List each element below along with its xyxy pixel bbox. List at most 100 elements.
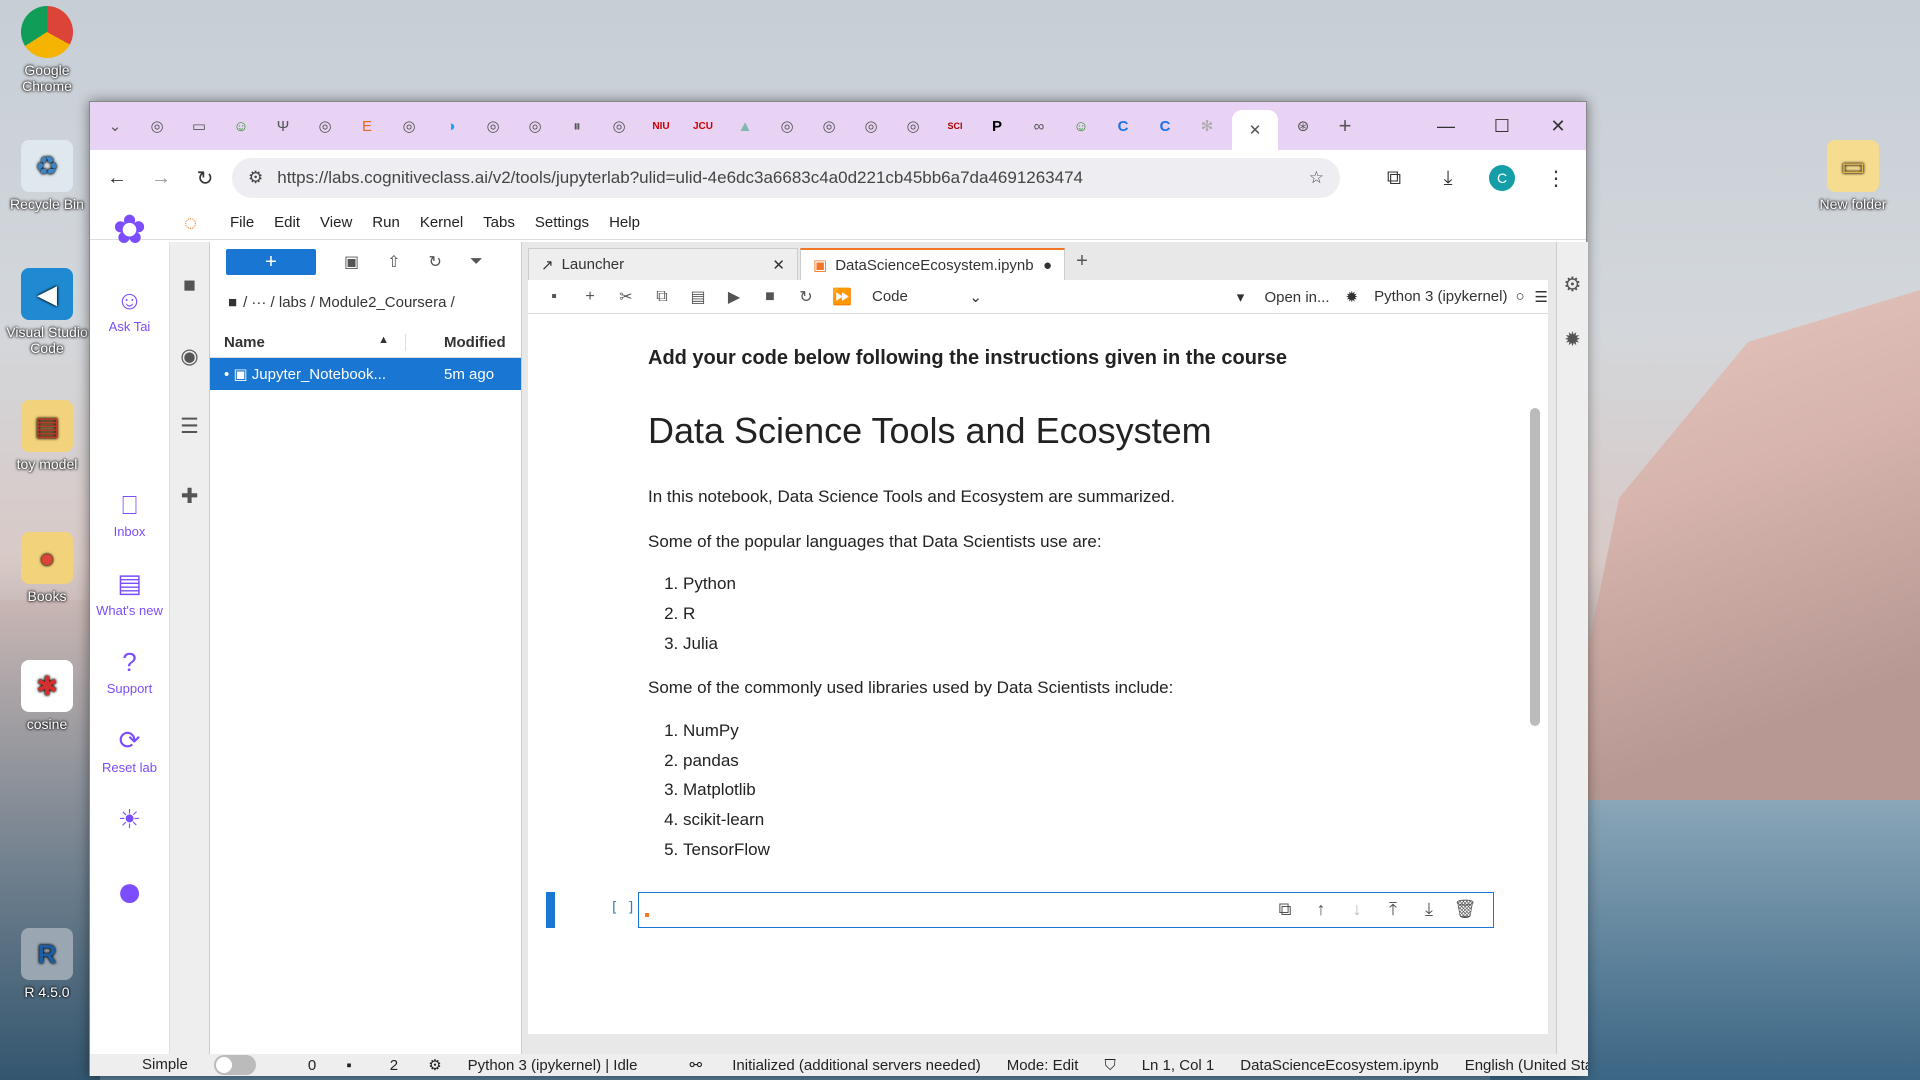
simple-mode-toggle[interactable]: Simple xyxy=(116,1055,256,1075)
upload-icon[interactable]: ⇧ xyxy=(387,252,400,272)
new-launcher-button[interactable]: + xyxy=(226,249,316,275)
column-name[interactable]: Name ▲ xyxy=(210,334,406,351)
browser-tab[interactable]: ▭ xyxy=(182,111,216,141)
browser-tab[interactable]: ◎ xyxy=(392,111,426,141)
new-folder-icon[interactable]: ▣ xyxy=(344,252,359,272)
cell-type-select[interactable]: Code ⌄ xyxy=(872,288,982,306)
browser-tab[interactable]: ◎ xyxy=(602,111,636,141)
move-down-icon[interactable]: ↓ xyxy=(1339,899,1375,920)
copy-icon[interactable]: ⧉ xyxy=(644,288,680,306)
browser-tab[interactable]: ◎ xyxy=(854,111,888,141)
browser-tab[interactable]: ◎ xyxy=(140,111,174,141)
browser-tab[interactable]: SCI xyxy=(938,111,972,141)
browser-tab[interactable]: ⊛ xyxy=(1286,111,1320,141)
browser-tab[interactable]: ◎ xyxy=(812,111,846,141)
bookmark-star-icon[interactable]: ☆ xyxy=(1309,168,1324,188)
save-icon[interactable]: ▪ xyxy=(536,288,572,306)
filter-icon[interactable]: ⏷ xyxy=(470,253,483,271)
cut-icon[interactable]: ✂ xyxy=(608,287,644,307)
new-tab-button[interactable]: + xyxy=(1328,111,1362,141)
scrollbar-thumb[interactable] xyxy=(1530,408,1540,726)
browser-tab[interactable]: ✻ xyxy=(1190,111,1224,141)
browser-tab[interactable]: ◎ xyxy=(896,111,930,141)
browser-tab[interactable]: C xyxy=(1106,111,1140,141)
active-browser-tab[interactable]: ✕ xyxy=(1232,110,1278,150)
minimize-icon[interactable]: — xyxy=(1418,116,1474,137)
property-inspector-icon[interactable]: ☰ xyxy=(1535,288,1548,306)
browser-tab[interactable]: ∞ xyxy=(1022,111,1056,141)
menu-tabs[interactable]: Tabs xyxy=(483,214,515,231)
download-icon[interactable]: ⤓ xyxy=(1428,167,1468,190)
delete-cell-icon[interactable]: 🗑 xyxy=(1447,899,1483,920)
cursor-position[interactable]: Ln 1, Col 1 xyxy=(1142,1057,1215,1074)
insert-cell-icon[interactable]: + xyxy=(572,288,608,306)
tab-launcher[interactable]: ↗ Launcher ✕ xyxy=(528,248,798,280)
browser-tab[interactable]: ◎ xyxy=(518,111,552,141)
support-button[interactable]: ? Support xyxy=(90,644,169,699)
menu-help[interactable]: Help xyxy=(609,214,640,231)
ask-tai-button[interactable]: ☺ Ask Tai xyxy=(90,282,169,337)
browser-tab[interactable]: ☺ xyxy=(224,111,258,141)
trust-shield-icon[interactable]: ⛉ xyxy=(1104,1057,1115,1074)
address-bar[interactable]: ⚙ https://labs.cognitiveclass.ai/v2/tool… xyxy=(232,158,1340,198)
duplicate-cell-icon[interactable]: ⧉ xyxy=(1267,899,1303,920)
browser-tab[interactable]: JCU xyxy=(686,111,720,141)
forward-icon[interactable]: → xyxy=(144,167,178,190)
property-inspector-gear-icon[interactable]: ⚙ xyxy=(1557,272,1588,297)
tab-search-icon[interactable]: ⌄ xyxy=(98,111,132,141)
code-editor[interactable]: ⧉ ↑ ↓ ⤒ ⤓ 🗑 xyxy=(638,892,1494,928)
move-up-icon[interactable]: ↑ xyxy=(1303,899,1339,920)
skills-network-logo[interactable]: ✿ xyxy=(90,202,169,258)
browser-tab[interactable]: Ψ xyxy=(266,111,300,141)
site-info-icon[interactable]: ⚙ xyxy=(248,168,263,188)
desktop-icon-books[interactable]: ● Books xyxy=(2,532,92,604)
theme-toggle[interactable]: ☀ xyxy=(90,801,169,837)
extensions-icon[interactable]: ⧉ xyxy=(1374,167,1414,190)
browser-tab[interactable]: NIU xyxy=(644,111,678,141)
menu-run[interactable]: Run xyxy=(372,214,400,231)
browser-tab[interactable]: P xyxy=(980,111,1014,141)
unsaved-dot-icon[interactable]: ● xyxy=(1043,257,1052,274)
markdown-cell[interactable]: Add your code below following the instru… xyxy=(648,322,1468,882)
reload-icon[interactable]: ↻ xyxy=(188,166,222,191)
desktop-icon-r[interactable]: R R 4.5.0 xyxy=(2,928,92,1000)
insert-below-icon[interactable]: ⤓ xyxy=(1411,899,1447,920)
browser-tab[interactable]: ◎ xyxy=(476,111,510,141)
debugger-bug-icon[interactable]: ✹ xyxy=(1557,327,1588,352)
menu-edit[interactable]: Edit xyxy=(274,214,300,231)
terminals-count[interactable]: 0 ▪ xyxy=(282,1057,352,1074)
reset-lab-button[interactable]: ⟳ Reset lab xyxy=(90,722,169,777)
browser-tab[interactable]: ▲ xyxy=(728,111,762,141)
toggle-switch[interactable] xyxy=(213,1055,256,1075)
open-in-button[interactable]: ▾ Open in... xyxy=(1237,288,1330,306)
browser-tab[interactable]: ◎ xyxy=(308,111,342,141)
back-icon[interactable]: ← xyxy=(100,167,134,190)
file-row[interactable]: • ▣ Jupyter_Notebook... 5m ago xyxy=(210,358,521,390)
whats-new-button[interactable]: ▤ What's new xyxy=(90,565,169,620)
refresh-icon[interactable]: ↻ xyxy=(429,252,442,272)
code-cell[interactable]: [ ]: ⧉ ↑ ↓ ⤒ ⤓ 🗑 xyxy=(546,890,1496,928)
lsp-status[interactable]: ⚯ Initialized (additional servers needed… xyxy=(663,1056,980,1074)
extensions-puzzle-icon[interactable]: ✚ xyxy=(170,484,209,522)
desktop-icon-cosine[interactable]: ✱ cosine xyxy=(2,660,92,732)
kernel-name[interactable]: Python 3 (ipykernel) xyxy=(1374,288,1507,305)
desktop-icon-recycle-bin[interactable]: ♻ Recycle Bin xyxy=(2,140,92,212)
kernels-count[interactable]: 2 ⚙ xyxy=(364,1056,442,1074)
insert-above-icon[interactable]: ⤒ xyxy=(1375,899,1411,920)
menu-view[interactable]: View xyxy=(320,214,352,231)
browser-tab[interactable]: ◑ xyxy=(434,111,468,141)
desktop-icon-vscode[interactable]: ◀ Visual Studio Code xyxy=(2,268,92,356)
kernel-status[interactable]: Python 3 (ipykernel) | Idle xyxy=(468,1057,638,1074)
run-icon[interactable]: ▶ xyxy=(716,287,752,307)
stop-icon[interactable]: ■ xyxy=(752,288,788,306)
inbox-button[interactable]: ⎕ Inbox xyxy=(90,487,169,542)
language-selector[interactable]: English (United States) xyxy=(1465,1057,1588,1074)
browser-menu-icon[interactable]: ⋮ xyxy=(1536,166,1576,191)
debugger-icon[interactable]: ✹ xyxy=(1346,288,1359,306)
browser-tab[interactable]: ☺ xyxy=(1064,111,1098,141)
menu-file[interactable]: File xyxy=(230,214,254,231)
folder-icon[interactable]: ■ xyxy=(170,274,209,312)
browser-tab[interactable]: E xyxy=(350,111,384,141)
notebook-scrollbar[interactable] xyxy=(1530,324,1540,1024)
menu-settings[interactable]: Settings xyxy=(535,214,589,231)
